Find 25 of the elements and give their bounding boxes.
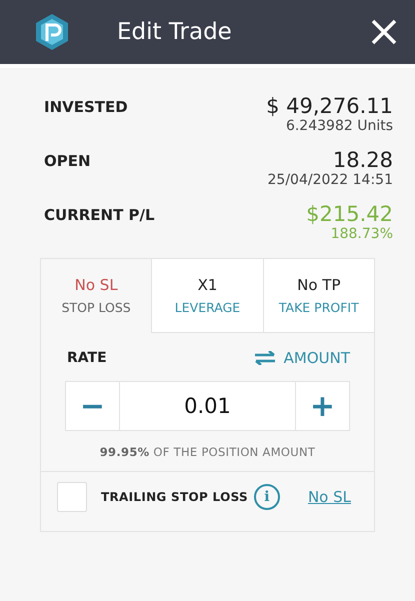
tab[interactable]: No TP TAKE PROFIT [262,259,374,333]
swap-arrows-icon [254,351,276,365]
detail-subvalue: 25/04/2022 14:51 [268,172,393,188]
amount-toggle[interactable]: AMOUNT [254,349,350,367]
position-note: 99.95% OF THE POSITION AMOUNT [98,445,316,459]
close-button[interactable] [371,19,397,45]
info-button[interactable]: i [254,484,280,510]
detail-subvalue: 6.243982 Units [286,118,393,134]
detail-label: OPEN [44,152,91,172]
tab[interactable]: X1 LEVERAGE [151,259,263,333]
trailing-stop-loss-label: TRAILING STOP LOSS [101,490,248,504]
detail-value: $215.42 [306,202,393,226]
detail-value: $ 49,276.11 [266,94,393,118]
stop-loss-link[interactable]: No SL [308,488,351,506]
rate-label: RATE [67,350,107,366]
detail-subvalue: 188.73% [330,226,393,242]
minus-button[interactable]: − [65,381,120,431]
detail-value: 18.28 [332,148,393,172]
detail-label: CURRENT P/L [44,206,155,226]
trailing-checkbox[interactable] [57,482,87,512]
plus-button[interactable]: + [295,381,350,431]
window-title: Edit Trade [117,19,233,45]
detail-label: INVESTED [44,98,128,118]
rate-input[interactable]: 0.01 [120,381,295,431]
logo-icon [34,13,70,51]
